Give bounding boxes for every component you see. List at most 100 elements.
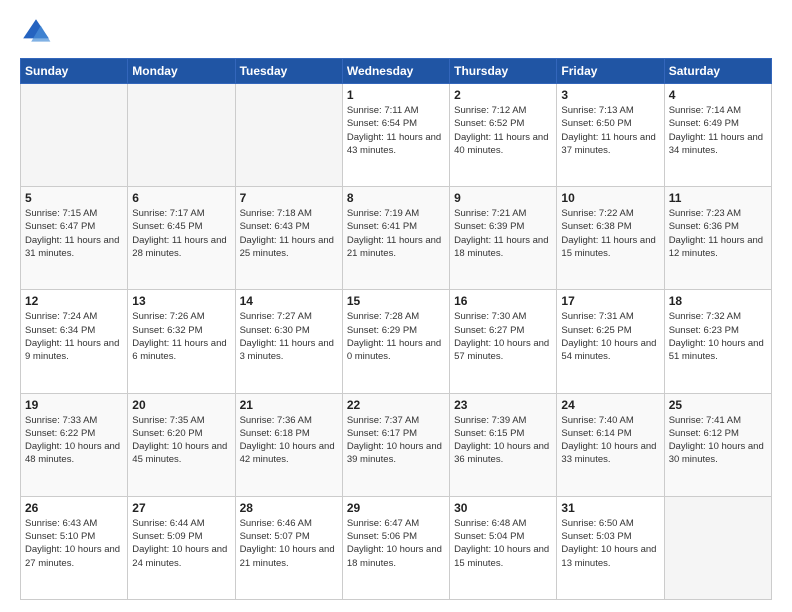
calendar-cell-4-1: 27 Sunrise: 6:44 AMSunset: 5:09 PMDaylig…: [128, 496, 235, 599]
calendar-cell-4-6: [664, 496, 771, 599]
calendar-cell-1-4: 9 Sunrise: 7:21 AMSunset: 6:39 PMDayligh…: [450, 187, 557, 290]
day-info: Sunrise: 6:48 AMSunset: 5:04 PMDaylight:…: [454, 517, 552, 570]
calendar-cell-2-1: 13 Sunrise: 7:26 AMSunset: 6:32 PMDaylig…: [128, 290, 235, 393]
day-info: Sunrise: 7:19 AMSunset: 6:41 PMDaylight:…: [347, 207, 445, 260]
day-number: 16: [454, 294, 552, 308]
day-info: Sunrise: 7:27 AMSunset: 6:30 PMDaylight:…: [240, 310, 338, 363]
calendar-cell-2-3: 15 Sunrise: 7:28 AMSunset: 6:29 PMDaylig…: [342, 290, 449, 393]
week-row-5: 26 Sunrise: 6:43 AMSunset: 5:10 PMDaylig…: [21, 496, 772, 599]
weekday-tuesday: Tuesday: [235, 59, 342, 84]
day-info: Sunrise: 7:23 AMSunset: 6:36 PMDaylight:…: [669, 207, 767, 260]
week-row-4: 19 Sunrise: 7:33 AMSunset: 6:22 PMDaylig…: [21, 393, 772, 496]
calendar-cell-0-3: 1 Sunrise: 7:11 AMSunset: 6:54 PMDayligh…: [342, 84, 449, 187]
day-number: 7: [240, 191, 338, 205]
calendar-cell-2-5: 17 Sunrise: 7:31 AMSunset: 6:25 PMDaylig…: [557, 290, 664, 393]
day-info: Sunrise: 7:35 AMSunset: 6:20 PMDaylight:…: [132, 414, 230, 467]
day-number: 20: [132, 398, 230, 412]
day-info: Sunrise: 7:28 AMSunset: 6:29 PMDaylight:…: [347, 310, 445, 363]
calendar-cell-2-2: 14 Sunrise: 7:27 AMSunset: 6:30 PMDaylig…: [235, 290, 342, 393]
calendar-cell-3-3: 22 Sunrise: 7:37 AMSunset: 6:17 PMDaylig…: [342, 393, 449, 496]
calendar-cell-4-4: 30 Sunrise: 6:48 AMSunset: 5:04 PMDaylig…: [450, 496, 557, 599]
day-number: 26: [25, 501, 123, 515]
calendar-cell-3-0: 19 Sunrise: 7:33 AMSunset: 6:22 PMDaylig…: [21, 393, 128, 496]
day-number: 19: [25, 398, 123, 412]
calendar-cell-0-0: [21, 84, 128, 187]
day-info: Sunrise: 6:46 AMSunset: 5:07 PMDaylight:…: [240, 517, 338, 570]
weekday-row: SundayMondayTuesdayWednesdayThursdayFrid…: [21, 59, 772, 84]
day-number: 17: [561, 294, 659, 308]
weekday-sunday: Sunday: [21, 59, 128, 84]
week-row-3: 12 Sunrise: 7:24 AMSunset: 6:34 PMDaylig…: [21, 290, 772, 393]
calendar-cell-4-2: 28 Sunrise: 6:46 AMSunset: 5:07 PMDaylig…: [235, 496, 342, 599]
calendar-cell-2-0: 12 Sunrise: 7:24 AMSunset: 6:34 PMDaylig…: [21, 290, 128, 393]
day-number: 29: [347, 501, 445, 515]
day-number: 24: [561, 398, 659, 412]
day-number: 11: [669, 191, 767, 205]
day-number: 14: [240, 294, 338, 308]
calendar-cell-3-2: 21 Sunrise: 7:36 AMSunset: 6:18 PMDaylig…: [235, 393, 342, 496]
calendar-cell-1-3: 8 Sunrise: 7:19 AMSunset: 6:41 PMDayligh…: [342, 187, 449, 290]
day-number: 25: [669, 398, 767, 412]
day-number: 1: [347, 88, 445, 102]
week-row-1: 1 Sunrise: 7:11 AMSunset: 6:54 PMDayligh…: [21, 84, 772, 187]
day-info: Sunrise: 7:32 AMSunset: 6:23 PMDaylight:…: [669, 310, 767, 363]
day-info: Sunrise: 7:33 AMSunset: 6:22 PMDaylight:…: [25, 414, 123, 467]
day-number: 6: [132, 191, 230, 205]
day-info: Sunrise: 6:43 AMSunset: 5:10 PMDaylight:…: [25, 517, 123, 570]
calendar-cell-2-4: 16 Sunrise: 7:30 AMSunset: 6:27 PMDaylig…: [450, 290, 557, 393]
calendar-cell-1-2: 7 Sunrise: 7:18 AMSunset: 6:43 PMDayligh…: [235, 187, 342, 290]
calendar-cell-0-5: 3 Sunrise: 7:13 AMSunset: 6:50 PMDayligh…: [557, 84, 664, 187]
header: [20, 16, 772, 48]
day-number: 10: [561, 191, 659, 205]
day-info: Sunrise: 7:21 AMSunset: 6:39 PMDaylight:…: [454, 207, 552, 260]
day-number: 12: [25, 294, 123, 308]
day-number: 8: [347, 191, 445, 205]
calendar-cell-4-0: 26 Sunrise: 6:43 AMSunset: 5:10 PMDaylig…: [21, 496, 128, 599]
weekday-saturday: Saturday: [664, 59, 771, 84]
calendar-cell-3-4: 23 Sunrise: 7:39 AMSunset: 6:15 PMDaylig…: [450, 393, 557, 496]
calendar-cell-2-6: 18 Sunrise: 7:32 AMSunset: 6:23 PMDaylig…: [664, 290, 771, 393]
calendar-cell-4-5: 31 Sunrise: 6:50 AMSunset: 5:03 PMDaylig…: [557, 496, 664, 599]
day-info: Sunrise: 7:37 AMSunset: 6:17 PMDaylight:…: [347, 414, 445, 467]
day-info: Sunrise: 7:17 AMSunset: 6:45 PMDaylight:…: [132, 207, 230, 260]
day-info: Sunrise: 7:15 AMSunset: 6:47 PMDaylight:…: [25, 207, 123, 260]
day-info: Sunrise: 7:24 AMSunset: 6:34 PMDaylight:…: [25, 310, 123, 363]
calendar-cell-1-5: 10 Sunrise: 7:22 AMSunset: 6:38 PMDaylig…: [557, 187, 664, 290]
weekday-thursday: Thursday: [450, 59, 557, 84]
day-number: 22: [347, 398, 445, 412]
calendar-cell-3-6: 25 Sunrise: 7:41 AMSunset: 6:12 PMDaylig…: [664, 393, 771, 496]
day-number: 23: [454, 398, 552, 412]
logo-icon: [20, 16, 52, 48]
logo: [20, 16, 56, 48]
calendar-cell-1-6: 11 Sunrise: 7:23 AMSunset: 6:36 PMDaylig…: [664, 187, 771, 290]
day-info: Sunrise: 7:30 AMSunset: 6:27 PMDaylight:…: [454, 310, 552, 363]
calendar-header: SundayMondayTuesdayWednesdayThursdayFrid…: [21, 59, 772, 84]
day-number: 2: [454, 88, 552, 102]
day-info: Sunrise: 7:41 AMSunset: 6:12 PMDaylight:…: [669, 414, 767, 467]
weekday-monday: Monday: [128, 59, 235, 84]
calendar-cell-3-1: 20 Sunrise: 7:35 AMSunset: 6:20 PMDaylig…: [128, 393, 235, 496]
day-info: Sunrise: 7:31 AMSunset: 6:25 PMDaylight:…: [561, 310, 659, 363]
day-number: 28: [240, 501, 338, 515]
day-info: Sunrise: 6:44 AMSunset: 5:09 PMDaylight:…: [132, 517, 230, 570]
day-number: 13: [132, 294, 230, 308]
day-info: Sunrise: 7:22 AMSunset: 6:38 PMDaylight:…: [561, 207, 659, 260]
calendar-cell-1-0: 5 Sunrise: 7:15 AMSunset: 6:47 PMDayligh…: [21, 187, 128, 290]
weekday-wednesday: Wednesday: [342, 59, 449, 84]
calendar-cell-0-2: [235, 84, 342, 187]
day-info: Sunrise: 7:18 AMSunset: 6:43 PMDaylight:…: [240, 207, 338, 260]
calendar-cell-0-1: [128, 84, 235, 187]
day-number: 9: [454, 191, 552, 205]
day-info: Sunrise: 7:13 AMSunset: 6:50 PMDaylight:…: [561, 104, 659, 157]
day-info: Sunrise: 6:50 AMSunset: 5:03 PMDaylight:…: [561, 517, 659, 570]
day-info: Sunrise: 7:26 AMSunset: 6:32 PMDaylight:…: [132, 310, 230, 363]
day-number: 30: [454, 501, 552, 515]
day-number: 15: [347, 294, 445, 308]
calendar-body: 1 Sunrise: 7:11 AMSunset: 6:54 PMDayligh…: [21, 84, 772, 600]
calendar-cell-0-4: 2 Sunrise: 7:12 AMSunset: 6:52 PMDayligh…: [450, 84, 557, 187]
day-number: 21: [240, 398, 338, 412]
day-info: Sunrise: 6:47 AMSunset: 5:06 PMDaylight:…: [347, 517, 445, 570]
page: SundayMondayTuesdayWednesdayThursdayFrid…: [0, 0, 792, 612]
day-info: Sunrise: 7:39 AMSunset: 6:15 PMDaylight:…: [454, 414, 552, 467]
weekday-friday: Friday: [557, 59, 664, 84]
